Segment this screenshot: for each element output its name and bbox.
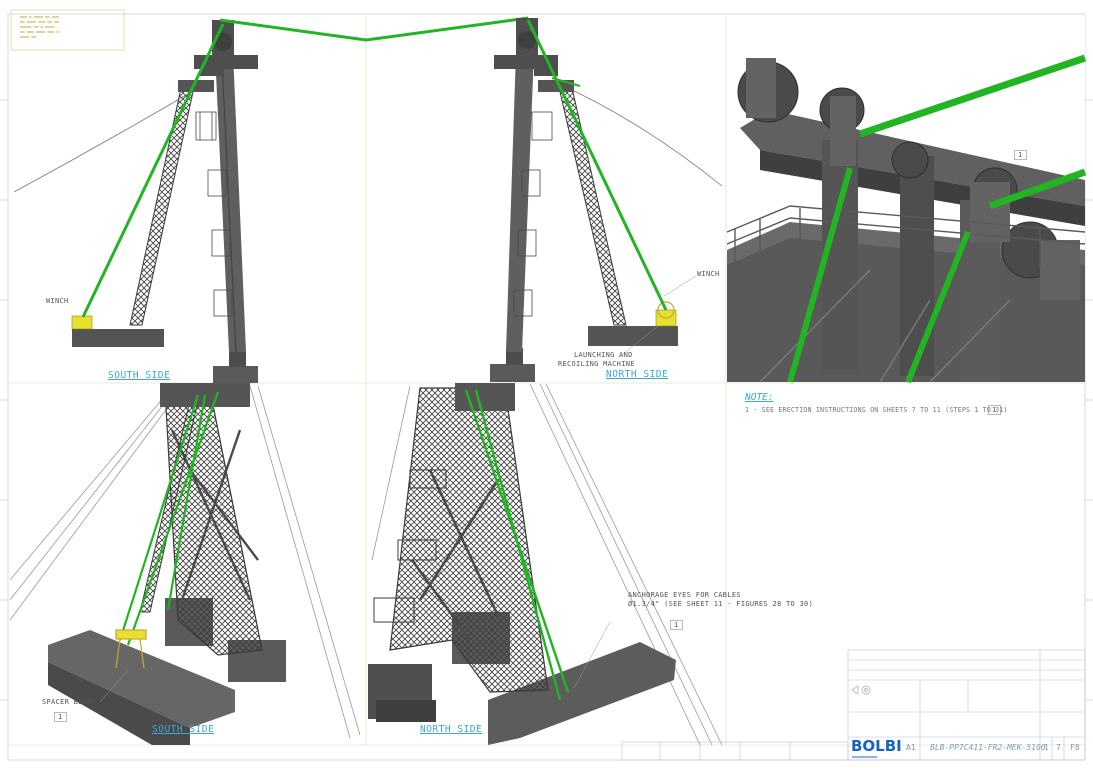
ref-bubble-detail: 1 [1014, 150, 1027, 160]
derrick-boom [129, 87, 194, 326]
main-mast-north [506, 52, 534, 352]
main-mast [215, 52, 246, 352]
winch-label-left: WINCH [46, 297, 69, 305]
view-title-north-bottom: NORTH SIDE [420, 724, 483, 735]
tower-base-block-north [490, 364, 535, 382]
view-title-north-top: NORTH SIDE [606, 369, 669, 380]
anchorage-label-1: ANCHORAGE EYES FOR CABLES [628, 591, 741, 599]
corner-stamp: ▬▬▬ ▬ ▬▬▬▬ ▬▬ ▬▬▬ ▬▬ ▬▬▬▬ ▬▬▬ ▬▬ ▬▬ ▬▬▬▬▬ … [20, 14, 59, 39]
north-side-elevation [490, 18, 723, 382]
south-side-elevation [13, 20, 258, 383]
detail-column-2 [900, 156, 934, 376]
projection-symbol [851, 685, 871, 695]
company-logo: BOLBI [851, 737, 902, 755]
main-green-cable [219, 16, 529, 42]
anchorage-label-2: Ø1.3/4" (SEE SHEET 11 - FIGURES 28 TO 30… [628, 600, 814, 608]
tower-head-detail [726, 15, 1087, 384]
winch-platform [72, 329, 164, 347]
ref-bubble-anchorage: 1 [670, 620, 683, 630]
green-hoist-cable-north [526, 19, 668, 311]
sheet-total: 7 [1056, 743, 1061, 752]
tower-head-north [494, 18, 558, 76]
company-logo-tagline: ▬▬▬▬▬▬▬▬▬▬▬▬ [852, 755, 878, 759]
tower-base-block [213, 366, 258, 383]
tower-foot [229, 350, 246, 367]
note-title: NOTE: [745, 392, 774, 403]
south-side-isometric [9, 383, 361, 745]
winch-label-right: WINCH [697, 270, 720, 278]
ref-bubble-spacer: 1 [54, 712, 67, 722]
drawing-canvas [0, 9, 1093, 761]
note-line-1: 1 - SEE ERECTION INSTRUCTIONS ON SHEETS … [745, 406, 1008, 414]
machine-platform [588, 326, 678, 346]
north-side-isometric [368, 383, 723, 746]
recoiling-label: RECOILING MACHINE [558, 360, 635, 368]
view-title-south-top: SOUTH SIDE [108, 370, 171, 381]
revision: F8 [1070, 743, 1080, 752]
sheet-number: 1 [1044, 743, 1049, 752]
view-title-south-bottom: SOUTH SIDE [152, 724, 215, 735]
winch-unit [71, 315, 93, 330]
spacer-beam-label: SPACER BEAM [42, 698, 92, 706]
sheet-size: A1 [906, 743, 916, 752]
drawing-sheet: ▬▬▬ ▬ ▬▬▬▬ ▬▬ ▬▬▬ ▬▬ ▬▬▬▬ ▬▬▬ ▬▬ ▬▬ ▬▬▬▬▬ … [0, 0, 1093, 768]
launching-label: LAUNCHING AND [574, 351, 633, 359]
drawing-number: BLB-PP7C411-FR2-MEK-5100 [930, 743, 1046, 752]
